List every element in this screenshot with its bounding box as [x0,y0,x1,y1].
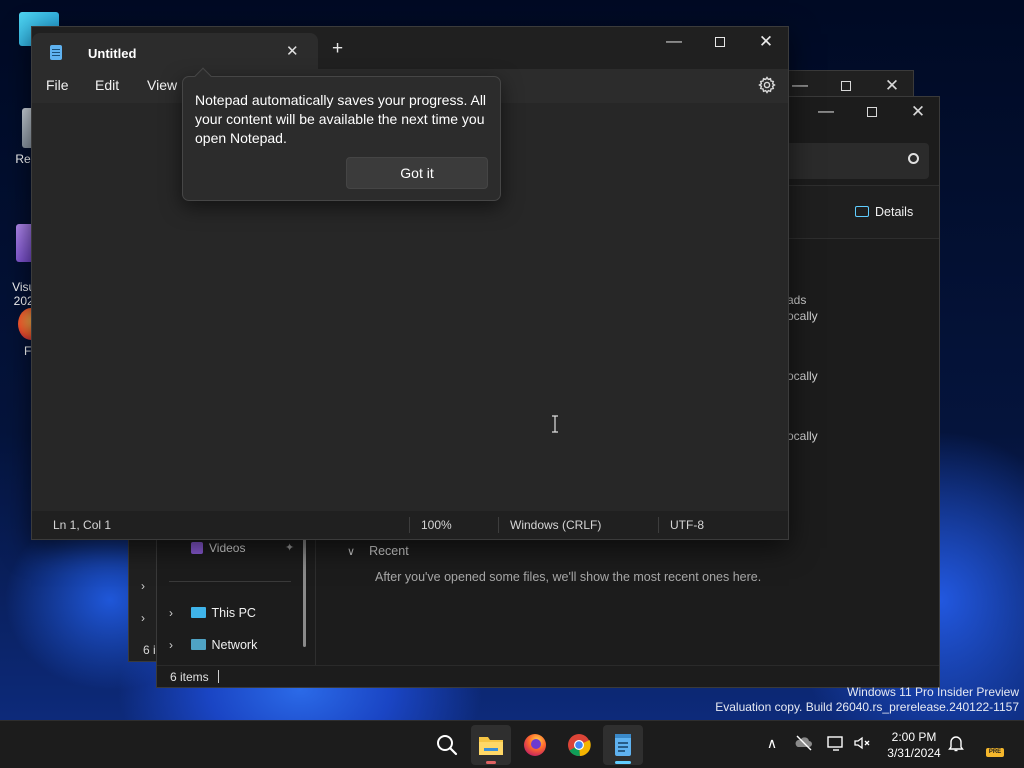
search-icon [437,735,458,756]
gear-icon[interactable] [757,75,777,95]
nav-item-label: Network [211,638,258,652]
volume-muted-icon[interactable] [852,733,872,753]
nav-pane-divider [315,537,316,665]
menu-file[interactable]: File [46,77,69,93]
show-hidden-icons-button[interactable]: ∧ [762,733,782,753]
notepad-status-bar: Ln 1, Col 1 100% Windows (CRLF) UTF-8 [32,511,788,539]
tab-untitled[interactable]: Untitled ✕ [32,33,318,69]
taskbar-notepad[interactable] [603,725,643,765]
tip-message: Notepad automatically saves your progres… [195,92,487,146]
chevron-down-icon: ∨ [347,546,356,558]
search-input[interactable] [777,143,929,179]
chrome-icon [568,734,591,757]
maximize-icon [715,37,725,47]
chevron-right-icon[interactable]: › [169,638,179,652]
clock-time: 2:00 PM [891,730,937,744]
file-status-text: ocally [787,369,818,383]
encoding[interactable]: UTF-8 [670,518,704,532]
minimize-button[interactable]: — [651,27,697,57]
notification-bell-icon[interactable] [946,733,966,753]
nav-item-label: Videos [209,541,246,555]
text-cursor-icon [552,415,558,433]
maximize-icon [841,81,851,91]
taskbar-search-button[interactable] [427,725,467,765]
nav-item-network[interactable]: › Network [169,638,257,652]
menu-edit[interactable]: Edit [95,77,119,93]
nav-scrollbar[interactable] [303,537,306,647]
evaluation-watermark: Windows 11 Pro Insider Preview Evaluatio… [715,685,1019,715]
tab-close-button[interactable]: ✕ [286,42,299,60]
taskbar-clock[interactable]: 2:00 PM 3/31/2024 [874,729,954,761]
running-indicator [486,761,496,764]
active-indicator [615,761,631,764]
minimize-button[interactable]: — [803,97,849,127]
recent-header[interactable]: ∨ Recent [347,544,409,558]
display-icon[interactable] [826,733,846,753]
nav-item-videos[interactable]: Videos ✦ [191,541,294,555]
zoom-level[interactable]: 100% [421,518,452,532]
pin-icon: ✦ [285,542,295,554]
onedrive-offline-icon[interactable] [794,733,814,753]
got-it-button[interactable]: Got it [346,157,488,189]
autosave-teaching-tip: Notepad automatically saves your progres… [182,67,501,201]
close-button[interactable]: ✕ [743,27,789,57]
maximize-button[interactable] [697,27,743,57]
search-icon [908,153,919,164]
taskbar-firefox[interactable] [515,725,555,765]
nav-item-label: This PC [211,606,256,620]
nav-item-this-pc[interactable]: › This PC [169,606,256,620]
nav-expander[interactable]: › [141,579,145,593]
details-button[interactable]: Details [855,205,913,219]
clock-date: 3/31/2024 [887,746,941,760]
status-divider [409,517,410,533]
nav-expander[interactable]: › [141,611,145,625]
videos-icon [191,542,203,554]
taskbar-chrome[interactable] [559,725,599,765]
status-item-count: 6 i [143,643,156,657]
monitor-icon [191,607,207,618]
status-divider [498,517,499,533]
notepad-icon [50,45,62,60]
file-status-text: ads [787,293,807,307]
file-status-text: ocally [787,429,818,443]
status-divider [218,670,219,683]
maximize-button[interactable] [849,97,895,127]
new-tab-button[interactable]: + [332,39,343,59]
insider-pre-badge: PRE [986,748,1004,757]
network-icon [191,639,207,650]
status-divider [658,517,659,533]
file-status-text: ocally [787,309,818,323]
nav-divider [169,581,291,582]
watermark-line1: Windows 11 Pro Insider Preview [847,685,1019,699]
taskbar-file-explorer[interactable] [471,725,511,765]
recent-empty-text: After you've opened some files, we'll sh… [375,570,762,584]
close-button[interactable]: ✕ [895,97,941,127]
details-pane-icon [855,206,869,217]
cursor-position: Ln 1, Col 1 [53,518,112,532]
status-bar: 6 items [157,665,939,687]
taskbar: ∧ 2:00 PM 3/31/2024 PRE [0,720,1024,768]
menu-view[interactable]: View [147,77,177,93]
maximize-icon [867,107,877,117]
watermark-line2: Evaluation copy. Build 26040.rs_prerelea… [715,700,1019,714]
tab-title: Untitled [88,46,137,61]
line-ending[interactable]: Windows (CRLF) [510,518,601,532]
status-item-count: 6 items [170,670,209,684]
folder-icon [479,737,503,755]
recent-label: Recent [369,544,409,558]
notepad-icon [615,734,631,756]
chevron-right-icon[interactable]: › [169,606,179,620]
details-label: Details [875,205,914,219]
notepad-title-bar[interactable]: Untitled ✕ + — ✕ [32,27,788,69]
firefox-icon [524,734,546,756]
